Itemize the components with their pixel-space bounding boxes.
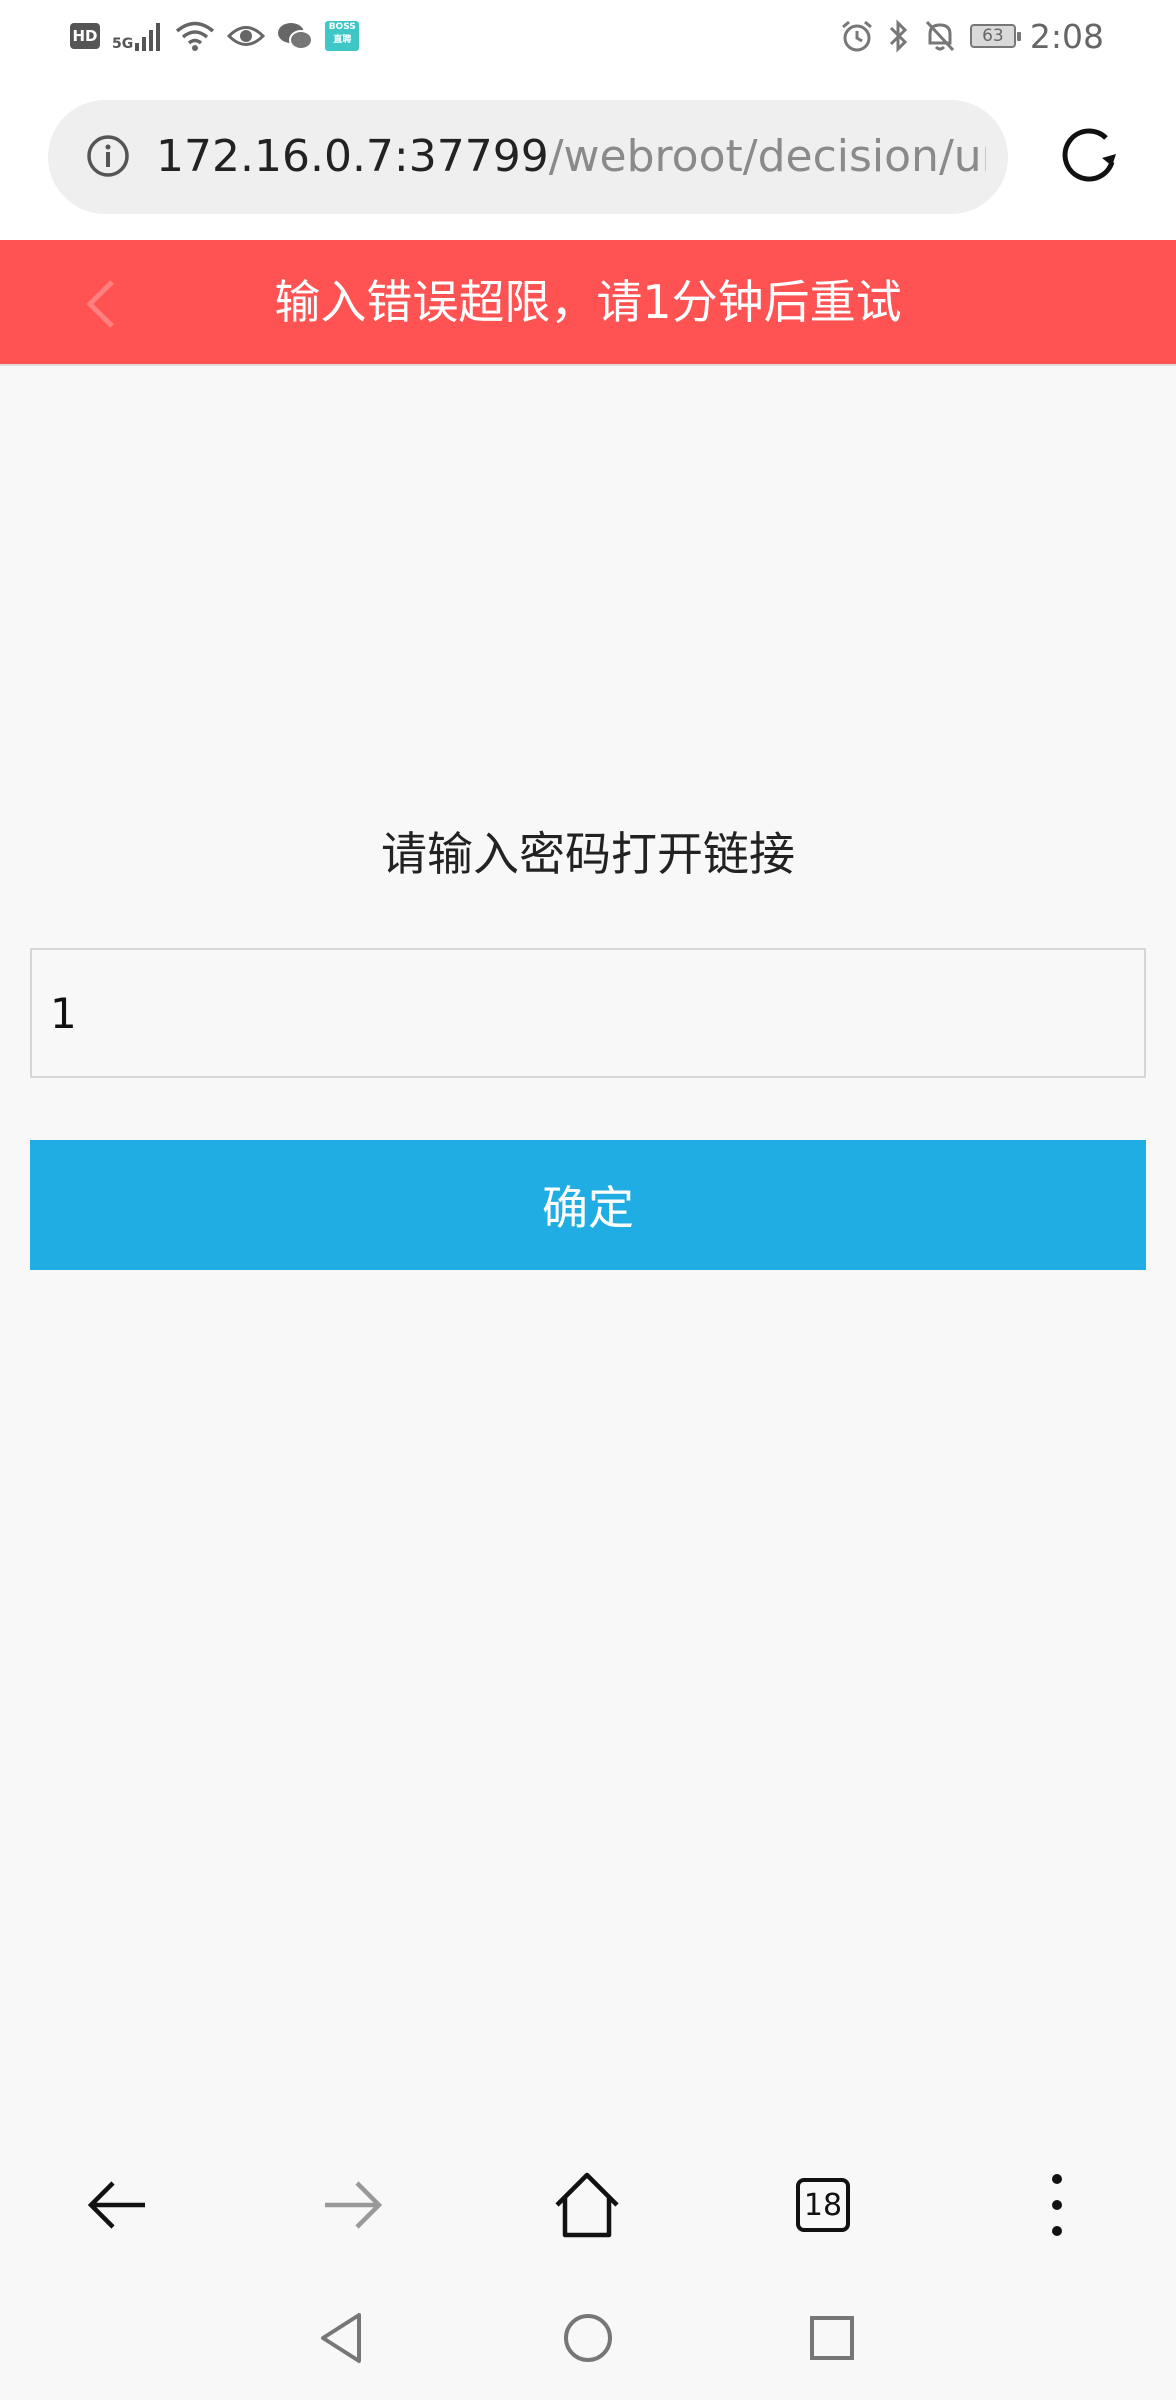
- reload-icon[interactable]: [1056, 122, 1126, 192]
- password-prompt: 请输入密码打开链接: [381, 827, 795, 881]
- home-button[interactable]: [522, 2140, 652, 2270]
- arrow-right-icon: [325, 2181, 383, 2229]
- browser-address-bar: 172.16.0.7:37799/webroot/decision/ur: [0, 72, 1176, 240]
- battery-icon: 63: [969, 24, 1021, 48]
- password-input[interactable]: [30, 948, 1146, 1078]
- wechat-icon: [278, 23, 314, 50]
- menu-button[interactable]: [992, 2140, 1122, 2270]
- url-text[interactable]: 172.16.0.7:37799/webroot/decision/ur: [156, 100, 986, 214]
- battery-level: 63: [982, 26, 1004, 46]
- tabs-button[interactable]: 18: [758, 2140, 888, 2270]
- mute-bell-icon: [925, 20, 954, 52]
- system-recents-button[interactable]: [782, 2288, 882, 2388]
- confirm-button[interactable]: 确定: [30, 1140, 1146, 1270]
- boss-app-icon: BOSS 直聘: [325, 21, 360, 51]
- signal-icon: 5G: [112, 21, 163, 51]
- square-recents-icon: [810, 2316, 854, 2360]
- browser-toolbar: 18: [0, 2140, 1176, 2270]
- forward-button[interactable]: [288, 2140, 418, 2270]
- info-icon[interactable]: [86, 134, 130, 178]
- hd-icon: HD: [70, 23, 100, 49]
- circle-home-icon: [564, 2314, 612, 2362]
- url-host: 172.16.0.7:37799: [156, 131, 549, 182]
- home-icon: [555, 2172, 619, 2238]
- triangle-back-icon: [321, 2313, 361, 2363]
- bluetooth-icon: [889, 19, 908, 53]
- error-banner: 输入错误超限，请1分钟后重试: [0, 240, 1176, 364]
- system-nav-bar: [0, 2270, 1176, 2400]
- signal-bars-icon: [135, 23, 161, 51]
- tab-count: 18: [796, 2178, 850, 2232]
- error-message: 输入错误超限，请1分钟后重试: [274, 275, 902, 329]
- status-right-icons: 63 2:08: [840, 14, 1104, 58]
- arrow-left-icon: [87, 2181, 145, 2229]
- network-type-label: 5G: [112, 36, 134, 52]
- divider: [0, 364, 1176, 366]
- alarm-icon: [841, 20, 872, 52]
- status-time: 2:08: [1029, 16, 1104, 56]
- system-home-button[interactable]: [538, 2288, 638, 2388]
- wifi-icon: [176, 21, 215, 51]
- status-left-icons: HD 5G BOSS 直聘: [70, 18, 360, 54]
- url-field[interactable]: 172.16.0.7:37799/webroot/decision/ur: [48, 100, 1008, 214]
- eye-icon: [227, 26, 266, 46]
- more-vertical-icon: [1052, 2174, 1062, 2236]
- url-path: /webroot/decision/ur: [548, 131, 986, 182]
- back-button[interactable]: [52, 2140, 182, 2270]
- status-bar: HD 5G BOSS 直聘 63 2:08: [0, 0, 1176, 72]
- system-back-button[interactable]: [292, 2288, 392, 2388]
